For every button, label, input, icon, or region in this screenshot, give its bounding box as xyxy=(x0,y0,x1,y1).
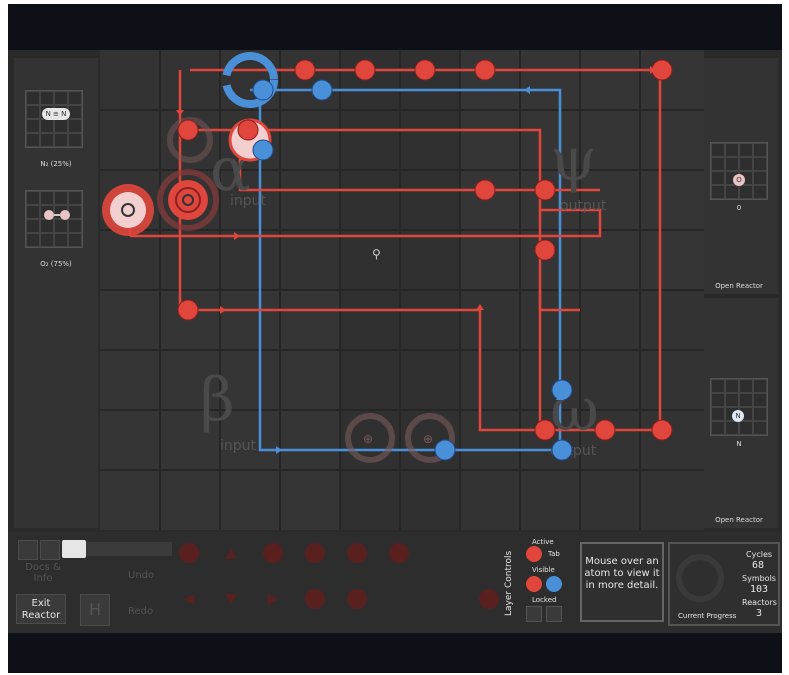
layer-tab-label: Tab xyxy=(548,550,560,558)
speed-track xyxy=(86,542,172,556)
fuse-slot[interactable] xyxy=(474,584,504,614)
alpha-zone-sub: input xyxy=(230,193,267,209)
layer-visible-red[interactable] xyxy=(526,576,542,592)
atom-hint-text: Mouse over an atom to view it in more de… xyxy=(584,556,660,591)
exit-reactor-button[interactable]: Exit Reactor xyxy=(16,594,66,624)
arrow-up-slot[interactable]: ▲ xyxy=(216,538,246,568)
output-omega-preview[interactable] xyxy=(710,378,768,436)
reactors-label: Reactors xyxy=(742,598,777,607)
grab-drop-slot[interactable] xyxy=(258,538,288,568)
n2-molecule-badge: N ≡ N xyxy=(42,108,70,120)
input-instruction-slot[interactable] xyxy=(174,538,204,568)
o-atom-icon xyxy=(60,210,70,220)
arrow-down-slot[interactable]: ▼ xyxy=(216,584,246,614)
current-progress-panel: Cycles 68 Symbols 103 Reactors 3 Current… xyxy=(668,542,780,626)
sensor-slot[interactable] xyxy=(384,538,414,568)
sensor-icon: ⊕ xyxy=(423,432,433,446)
bond-marker: ⚲ xyxy=(372,247,381,261)
reactor-grid[interactable]: α ψ β ω input output input output ⊕ ⊕ ⚲ xyxy=(100,50,704,530)
output-psi-preview[interactable] xyxy=(710,142,768,200)
docs-info-button[interactable]: Docs & Info xyxy=(18,562,68,586)
layer-locked-red[interactable] xyxy=(526,606,542,622)
o2-molecule-badge xyxy=(44,210,70,220)
bond-plus-icon xyxy=(305,543,325,563)
layer-active-label: Active xyxy=(532,538,554,546)
beta-zone-sub: input xyxy=(220,438,257,454)
input-beta-label: O₂ (75%) xyxy=(40,260,72,268)
sync-slot[interactable] xyxy=(342,538,372,568)
reactor-grid-svg: α ψ β ω input output input output ⊕ ⊕ ⚲ xyxy=(100,50,704,530)
reactor-screen: N ≡ N N₂ (25%) O₂ (75%) O 0 Open Reactor xyxy=(8,50,782,633)
beta-zone-symbol: β xyxy=(200,365,235,435)
sensor-icon: ⊕ xyxy=(363,432,373,446)
layer-visible-blue[interactable] xyxy=(546,576,562,592)
sensor-icon xyxy=(389,543,409,563)
o-atom-icon xyxy=(44,210,54,220)
layer-locked-blue[interactable] xyxy=(546,606,562,622)
rotate-slot[interactable] xyxy=(342,584,372,614)
layer-locked-label: Locked xyxy=(532,596,557,604)
sync-icon xyxy=(347,543,367,563)
flag-icon xyxy=(179,543,199,563)
symbols-label: Symbols xyxy=(742,574,776,583)
arrow-right-icon: ▶ xyxy=(267,591,279,607)
progress-wheel-icon xyxy=(676,554,724,602)
psi-zone-sub: output xyxy=(560,198,607,214)
psi-zone-symbol: ψ xyxy=(550,125,597,195)
stop-button[interactable] xyxy=(18,540,38,560)
output-omega-count: N xyxy=(736,440,742,448)
open-reactor-omega[interactable]: Open Reactor xyxy=(700,516,778,524)
arrow-down-icon: ▼ xyxy=(225,591,237,607)
arrow-right-slot[interactable]: ▶ xyxy=(258,584,288,614)
screen: N ≡ N N₂ (25%) O₂ (75%) O 0 Open Reactor xyxy=(8,4,782,673)
open-reactor-psi[interactable]: Open Reactor xyxy=(700,282,778,290)
o-atom-bonded[interactable] xyxy=(157,169,219,231)
fuse-icon xyxy=(479,589,499,609)
progress-title: Current Progress xyxy=(678,612,737,620)
bond-plus-slot[interactable] xyxy=(300,538,330,568)
reactors-value: 3 xyxy=(756,608,763,619)
atom-hint-panel: Mouse over an atom to view it in more de… xyxy=(580,542,664,622)
bottom-toolbar: Docs & Info H Exit Reactor Undo Redo ▲ ◀… xyxy=(8,532,782,633)
input-alpha-label: N₂ (25%) xyxy=(40,160,72,168)
instruction-palette: ▲ ◀ ▼ ▶ xyxy=(168,538,508,630)
output-slot[interactable] xyxy=(300,584,330,614)
h-toggle-button[interactable]: H xyxy=(80,594,110,626)
redo-button[interactable]: Redo xyxy=(128,606,153,617)
symbols-value: 103 xyxy=(750,584,769,595)
input-panel-left: N ≡ N N₂ (25%) O₂ (75%) xyxy=(14,58,98,528)
arrow-left-slot[interactable]: ◀ xyxy=(174,584,204,614)
rotate-icon xyxy=(347,589,367,609)
cycles-value: 68 xyxy=(752,560,765,571)
arrow-left-icon: ◀ xyxy=(183,591,195,607)
arrow-up-icon: ▲ xyxy=(225,545,237,561)
cycles-label: Cycles xyxy=(746,550,773,559)
output-psi-count: 0 xyxy=(736,204,742,212)
output-panel-psi: O 0 Open Reactor xyxy=(700,58,778,294)
layer-visible-label: Visible xyxy=(532,566,555,574)
bond-minus-icon xyxy=(305,589,325,609)
output-panel-omega: N N Open Reactor xyxy=(700,298,778,528)
pause-button[interactable] xyxy=(40,540,60,560)
undo-button[interactable]: Undo xyxy=(128,570,154,581)
n-atom-icon: N xyxy=(732,410,744,422)
layer-active-red[interactable] xyxy=(526,546,542,562)
exit-reactor-label: Exit Reactor xyxy=(21,598,61,621)
h-label: H xyxy=(88,600,102,619)
layer-controls-title: Layer Controls xyxy=(504,550,514,616)
svg-text:⚲: ⚲ xyxy=(372,247,381,261)
o-atom-icon: O xyxy=(733,174,745,186)
play-speed-slider[interactable] xyxy=(62,540,172,558)
sim-controls xyxy=(18,540,178,560)
speed-thumb[interactable] xyxy=(62,540,86,558)
grab-icon xyxy=(263,543,283,563)
o-atom-large[interactable] xyxy=(102,184,154,236)
